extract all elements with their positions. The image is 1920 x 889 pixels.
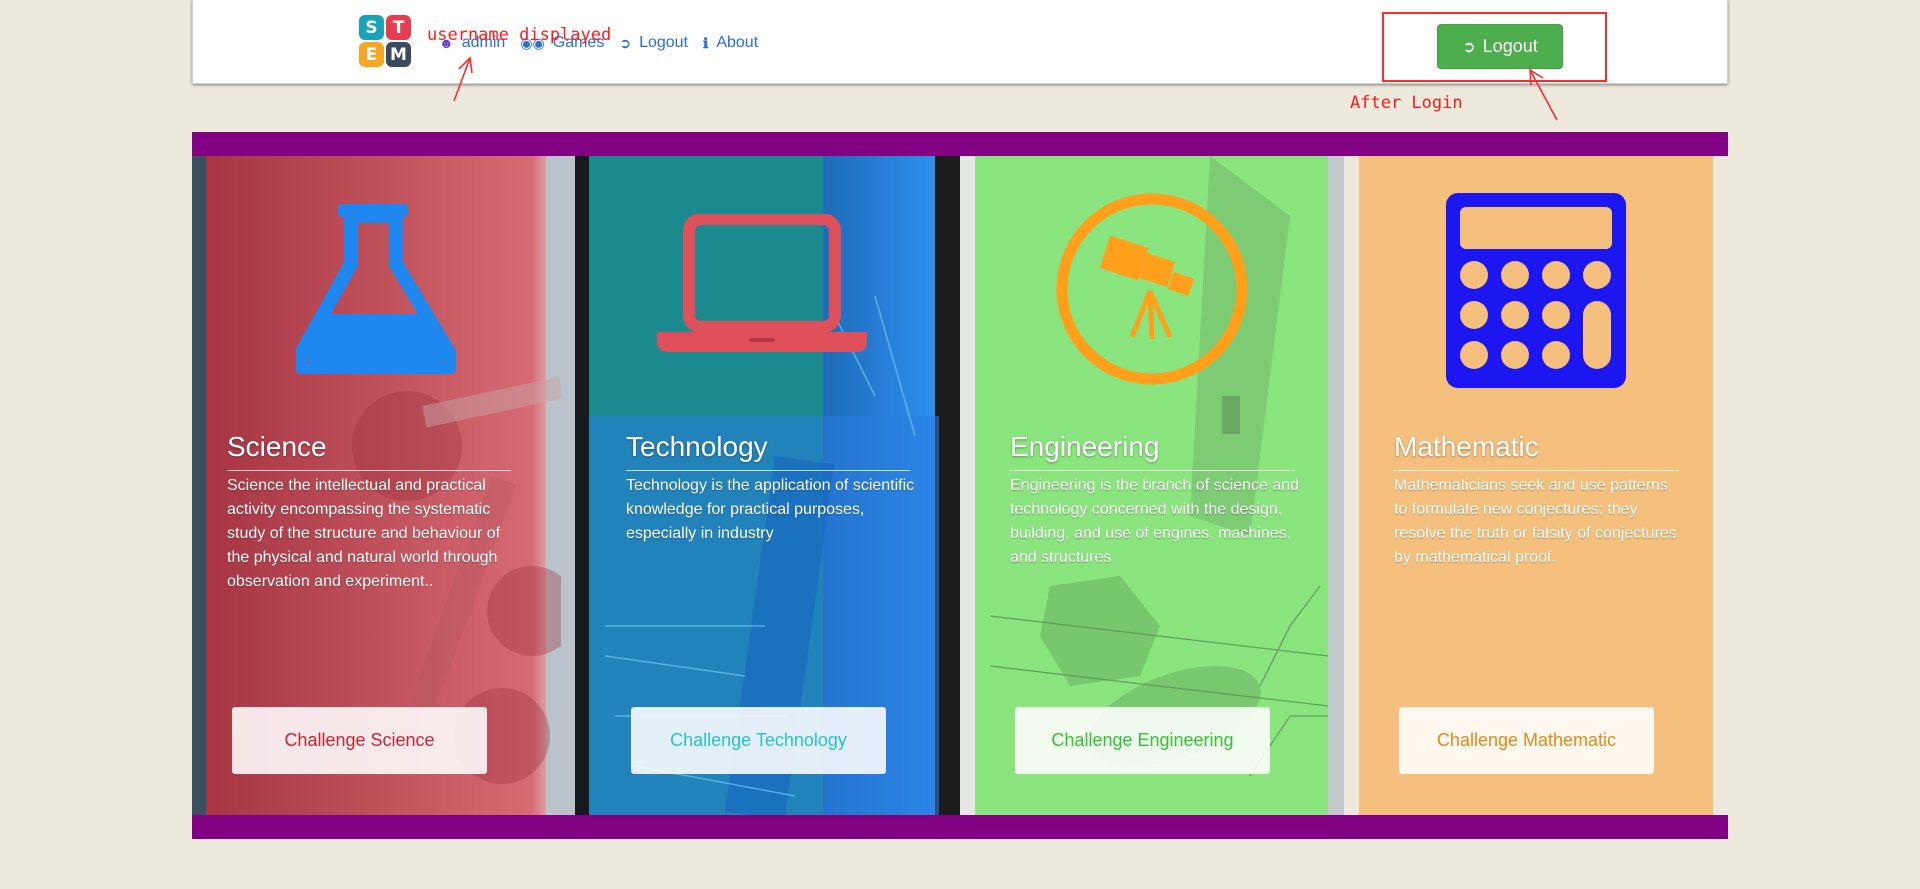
technology-divider <box>626 470 910 471</box>
logo-letter-s: S <box>359 15 384 40</box>
science-description: Science the intellectual and practical a… <box>227 477 501 590</box>
challenge-technology-button[interactable]: Challenge Technology <box>631 707 886 774</box>
laptop-icon <box>589 189 935 389</box>
science-divider <box>227 470 511 471</box>
sign-out-icon: ➲ <box>619 34 632 51</box>
logo-letter-m: M <box>386 42 411 67</box>
nav-logout-label: Logout <box>639 34 688 51</box>
challenge-mathematic-button[interactable]: Challenge Mathematic <box>1399 707 1654 774</box>
nav-item-about[interactable]: ℹ About <box>703 34 758 52</box>
challenge-science-button[interactable]: Challenge Science <box>232 707 487 774</box>
nav-item-logout[interactable]: ➲ Logout <box>619 34 688 52</box>
logo-letter-e: E <box>359 42 384 67</box>
stem-logo[interactable]: S T E M <box>359 15 411 67</box>
mathematic-divider <box>1394 470 1678 471</box>
telescope-icon <box>975 189 1328 389</box>
challenge-engineering-button[interactable]: Challenge Engineering <box>1015 707 1270 774</box>
engineering-description: Engineering is the branch of science and… <box>1010 477 1300 566</box>
logo-letter-t: T <box>386 15 411 40</box>
science-title: Science <box>227 431 327 462</box>
annotation-after-login: After Login <box>1350 93 1463 113</box>
engineering-divider <box>1010 470 1294 471</box>
technology-description: Technology is the application of scienti… <box>626 477 915 542</box>
top-purple-band <box>192 132 1728 156</box>
mathematic-description: Mathematicians seek and use patterns to … <box>1394 477 1677 566</box>
nav-about-label: About <box>716 34 759 51</box>
engineering-panel: Engineering Engineering is the branch of… <box>960 156 1344 815</box>
flask-icon <box>206 189 546 389</box>
bottom-purple-band <box>192 815 1728 839</box>
mathematic-panel: Mathematic Mathematicians seek and use p… <box>1344 156 1728 815</box>
science-panel: Science Science the intellectual and pra… <box>192 156 561 815</box>
technology-title: Technology <box>626 431 768 462</box>
info-icon: ℹ <box>703 34 709 51</box>
mathematic-title: Mathematic <box>1394 431 1539 462</box>
calculator-icon <box>1359 190 1713 390</box>
annotation-box <box>1382 12 1607 82</box>
annotation-username: username displayed <box>427 25 612 45</box>
engineering-title: Engineering <box>1010 431 1160 462</box>
technology-panel: Technology Technology is the application… <box>575 156 960 815</box>
